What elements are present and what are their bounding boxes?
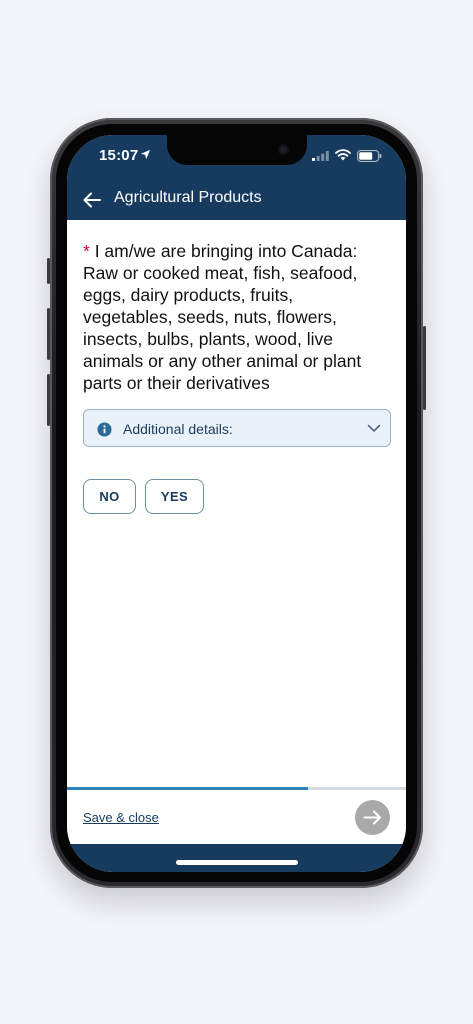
chevron-down-icon xyxy=(367,424,381,432)
camera-icon xyxy=(278,144,289,155)
arrow-left-icon[interactable] xyxy=(79,187,105,213)
footer-bar: Save & close xyxy=(67,790,406,844)
home-indicator-area xyxy=(67,844,406,872)
save-and-close-link[interactable]: Save & close xyxy=(83,810,159,825)
volume-up-button xyxy=(47,308,50,360)
app-bar: Agricultural Products xyxy=(67,183,406,220)
question-label: I am/we are bringing into Canada: Raw or… xyxy=(83,241,362,393)
info-icon xyxy=(97,422,112,437)
location-arrow-icon xyxy=(140,149,151,160)
question-text: * I am/we are bringing into Canada: Raw … xyxy=(83,240,383,394)
silent-switch xyxy=(47,258,50,284)
additional-details-accordion[interactable]: Additional details: xyxy=(83,409,391,447)
device-notch xyxy=(167,135,307,165)
app-screen: 15:07 Agricultural Products * I am/we ar… xyxy=(67,135,406,872)
no-button[interactable]: NO xyxy=(83,479,136,514)
required-marker: * xyxy=(83,241,90,261)
yes-button[interactable]: YES xyxy=(145,479,204,514)
arrow-right-icon xyxy=(363,810,381,825)
power-button xyxy=(423,326,426,410)
home-indicator[interactable] xyxy=(176,860,298,865)
battery-icon xyxy=(357,150,382,162)
volume-down-button xyxy=(47,374,50,426)
additional-details-label: Additional details: xyxy=(123,421,233,437)
signal-icon xyxy=(312,151,329,161)
page-title: Agricultural Products xyxy=(114,189,262,206)
next-button[interactable] xyxy=(355,800,390,835)
wifi-icon xyxy=(335,149,351,161)
status-bar: 15:07 xyxy=(67,135,406,183)
status-time: 15:07 xyxy=(99,147,139,164)
